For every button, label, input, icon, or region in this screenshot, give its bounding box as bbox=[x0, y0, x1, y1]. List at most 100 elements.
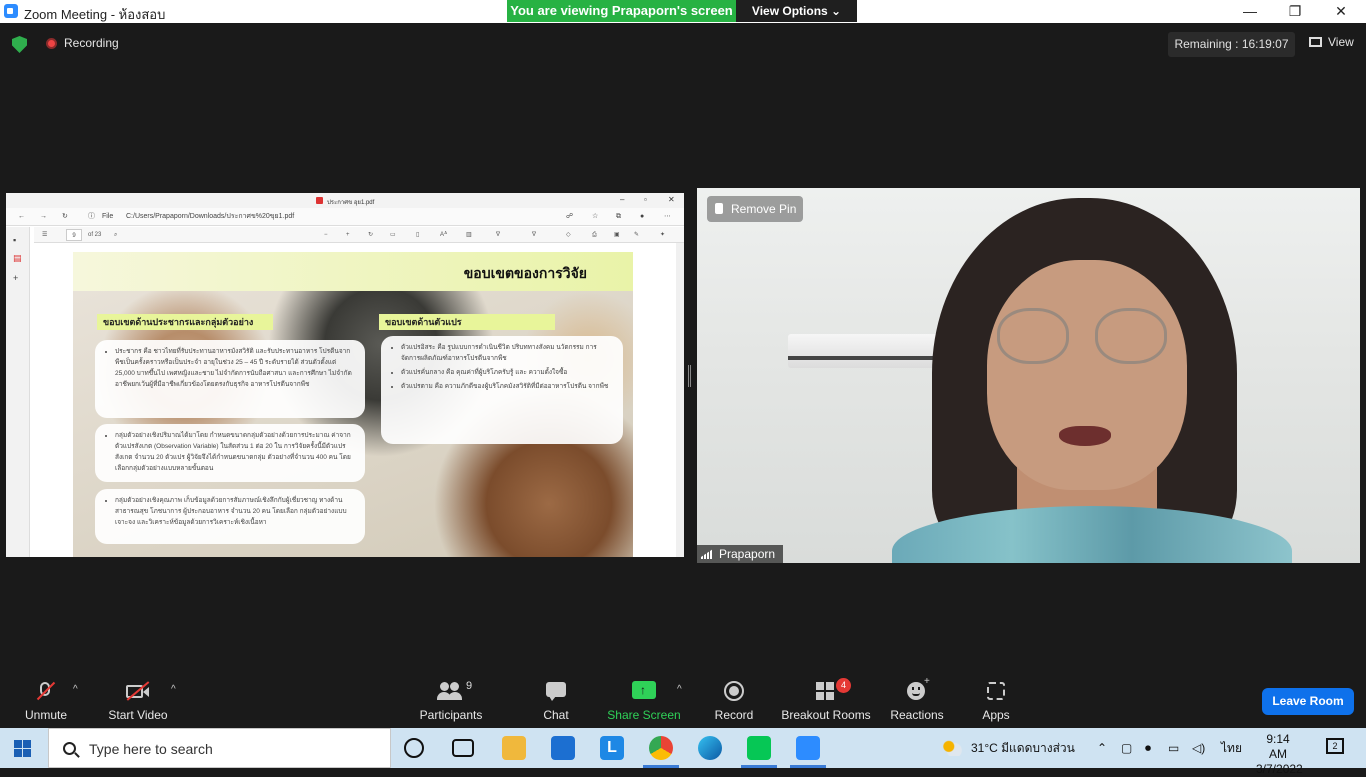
contents-icon[interactable]: ☰ bbox=[42, 227, 47, 243]
fit-page-icon[interactable]: ▭ bbox=[390, 227, 396, 243]
split-view-divider[interactable] bbox=[688, 365, 691, 387]
info-icon: ⓘ bbox=[88, 213, 95, 220]
video-options-caret[interactable]: ^ bbox=[171, 684, 176, 695]
zoom-out-icon[interactable]: − bbox=[324, 227, 328, 243]
browser-minimize-icon[interactable]: – bbox=[620, 195, 624, 204]
microphone-icon[interactable]: ⏺ bbox=[1145, 728, 1151, 768]
unmute-button[interactable]: Unmute bbox=[18, 680, 74, 722]
windows-start-icon[interactable] bbox=[14, 740, 31, 757]
shared-screen[interactable]: ประกาศข อุย1.pdf – ▫ ✕ ← → ↻ ⓘ File C:/U… bbox=[6, 193, 684, 557]
share-screen-button[interactable]: ↑ Share Screen bbox=[606, 680, 682, 722]
participant-name-tag: Prapaporn bbox=[697, 545, 783, 563]
audio-options-caret[interactable]: ^ bbox=[73, 684, 78, 695]
reactions-button[interactable]: + Reactions bbox=[888, 676, 946, 722]
meet-now-icon[interactable]: ▢ bbox=[1121, 728, 1132, 768]
record-icon bbox=[708, 680, 760, 702]
zoom-in-icon[interactable]: + bbox=[346, 227, 350, 243]
draw-icon[interactable]: ∇ bbox=[496, 227, 500, 243]
notifications-icon[interactable]: 2 bbox=[1326, 738, 1344, 754]
pdf-search-icon[interactable]: ⌕ bbox=[114, 227, 117, 243]
chat-button[interactable]: Chat bbox=[530, 680, 582, 722]
eraser-icon[interactable]: ◇ bbox=[566, 227, 571, 243]
zoom-app-icon bbox=[4, 4, 18, 18]
recording-label[interactable]: Recording bbox=[64, 36, 119, 50]
clock[interactable]: 9:14 AM 3/7/2022 bbox=[1256, 732, 1303, 777]
profile-icon[interactable]: ● bbox=[640, 208, 644, 226]
page-view-icon[interactable]: ▪ bbox=[13, 235, 23, 245]
chat-label: Chat bbox=[543, 708, 569, 722]
restore-button[interactable]: ❐ bbox=[1272, 0, 1318, 23]
share-options-caret[interactable]: ^ bbox=[677, 684, 682, 695]
pdf-tab-title: ประกาศข อุย1.pdf bbox=[327, 200, 375, 206]
slide-title: ขอบเขตของการวิจัย bbox=[463, 265, 587, 281]
leave-room-button[interactable]: Leave Room bbox=[1262, 688, 1354, 715]
close-button[interactable]: ✕ bbox=[1318, 0, 1364, 23]
meeting-controls: Unmute ^ Start Video ^ 9 Participants Ch… bbox=[0, 674, 1366, 728]
signal-icon bbox=[701, 549, 713, 559]
apps-icon bbox=[970, 680, 1022, 702]
task-view-icon[interactable] bbox=[452, 739, 474, 757]
pdf-toolbar: ☰ 9 of 23 ⌕ − + ↻ ▭ ▯ Aᐞ ▥ ∇ ∇ ◇ ⎙ ▣ ✎ ✦ bbox=[34, 227, 684, 243]
volume-icon[interactable]: ◁) bbox=[1192, 728, 1205, 768]
independent-variable-item: ตัวแปรอิสระ คือ รูปแบบการดำเนินชีวิต ปริ… bbox=[401, 342, 615, 364]
input-language[interactable]: ไทย bbox=[1221, 728, 1242, 768]
network-icon[interactable]: ▭ bbox=[1168, 728, 1179, 768]
taskbar-search-box[interactable]: Type here to search bbox=[48, 728, 391, 768]
pdf-icon bbox=[316, 197, 323, 204]
browser-close-icon[interactable]: ✕ bbox=[668, 195, 675, 204]
participant-video[interactable] bbox=[697, 188, 1360, 563]
cortana-icon[interactable] bbox=[404, 738, 424, 758]
refresh-icon[interactable]: ↻ bbox=[62, 208, 68, 226]
print-icon[interactable]: ⎙ bbox=[592, 227, 597, 243]
record-button[interactable]: Record bbox=[708, 680, 760, 722]
back-icon[interactable]: ← bbox=[18, 208, 25, 226]
breakout-rooms-button[interactable]: 4 Breakout Rooms bbox=[780, 678, 872, 722]
forward-icon[interactable]: → bbox=[40, 208, 47, 226]
browser-restore-icon[interactable]: ▫ bbox=[644, 195, 647, 204]
apps-label: Apps bbox=[982, 708, 1010, 722]
zoom-taskbar-icon[interactable] bbox=[790, 736, 826, 768]
file-explorer-icon[interactable] bbox=[502, 736, 526, 760]
save-as-icon[interactable]: ✎ bbox=[634, 227, 639, 243]
line-icon[interactable] bbox=[741, 736, 777, 768]
read-aloud-pdf-icon[interactable]: Aᐞ bbox=[440, 227, 447, 243]
view-options-button[interactable]: View Options ⌄ bbox=[736, 0, 857, 22]
record-label: Record bbox=[714, 708, 754, 722]
two-page-icon[interactable]: ▥ bbox=[466, 227, 472, 243]
mail-icon[interactable] bbox=[551, 736, 575, 760]
pdf-file-icon[interactable]: ▤ bbox=[13, 253, 23, 263]
page-number-input[interactable]: 9 bbox=[66, 229, 82, 241]
recording-icon bbox=[46, 38, 57, 49]
browser-address-bar[interactable]: ← → ↻ ⓘ File C:/Users/Prapaporn/Download… bbox=[6, 208, 684, 226]
save-icon[interactable]: ▣ bbox=[614, 227, 620, 243]
more-icon[interactable]: ⋯ bbox=[664, 208, 671, 226]
page-layout-icon[interactable]: ▯ bbox=[416, 227, 419, 243]
start-video-button[interactable]: Start Video bbox=[104, 680, 172, 722]
add-tab-icon[interactable]: + bbox=[13, 273, 23, 283]
remove-pin-button[interactable]: Remove Pin bbox=[707, 196, 803, 222]
pdf-scrollbar[interactable] bbox=[676, 243, 684, 557]
collections-icon[interactable]: ⧉ bbox=[616, 208, 621, 226]
view-button[interactable]: View bbox=[1309, 35, 1354, 49]
participants-icon: 9 bbox=[416, 680, 486, 702]
participant-mouth bbox=[1059, 426, 1111, 446]
show-hidden-icons-icon[interactable]: ⌃ bbox=[1097, 728, 1107, 768]
pin-toolbar-icon[interactable]: ✦ bbox=[660, 227, 665, 243]
rotate-icon[interactable]: ↻ bbox=[368, 227, 373, 243]
chrome-icon[interactable] bbox=[643, 736, 679, 768]
favorite-icon[interactable]: ☆ bbox=[592, 208, 598, 226]
weather-text[interactable]: 31°C มีแดดบางส่วน bbox=[971, 728, 1075, 768]
participants-button[interactable]: 9 Participants bbox=[416, 680, 486, 722]
edge-icon[interactable] bbox=[698, 736, 722, 760]
minimize-button[interactable]: — bbox=[1227, 0, 1273, 23]
shield-icon[interactable] bbox=[12, 36, 27, 53]
weather-icon[interactable] bbox=[940, 740, 962, 756]
l-app-icon[interactable]: L bbox=[600, 736, 624, 760]
qualitative-sample-box: กลุ่มตัวอย่างเชิงคุณภาพ เก็บข้อมูลด้วยกา… bbox=[95, 489, 365, 544]
highlight-icon[interactable]: ∇ bbox=[532, 227, 536, 243]
address-url[interactable]: C:/Users/Prapaporn/Downloads/ประกาศข%20ข… bbox=[126, 208, 294, 226]
pin-icon bbox=[715, 203, 723, 214]
apps-button[interactable]: Apps bbox=[970, 680, 1022, 722]
chat-icon bbox=[530, 680, 582, 702]
read-aloud-icon[interactable]: ☍ bbox=[566, 208, 573, 226]
